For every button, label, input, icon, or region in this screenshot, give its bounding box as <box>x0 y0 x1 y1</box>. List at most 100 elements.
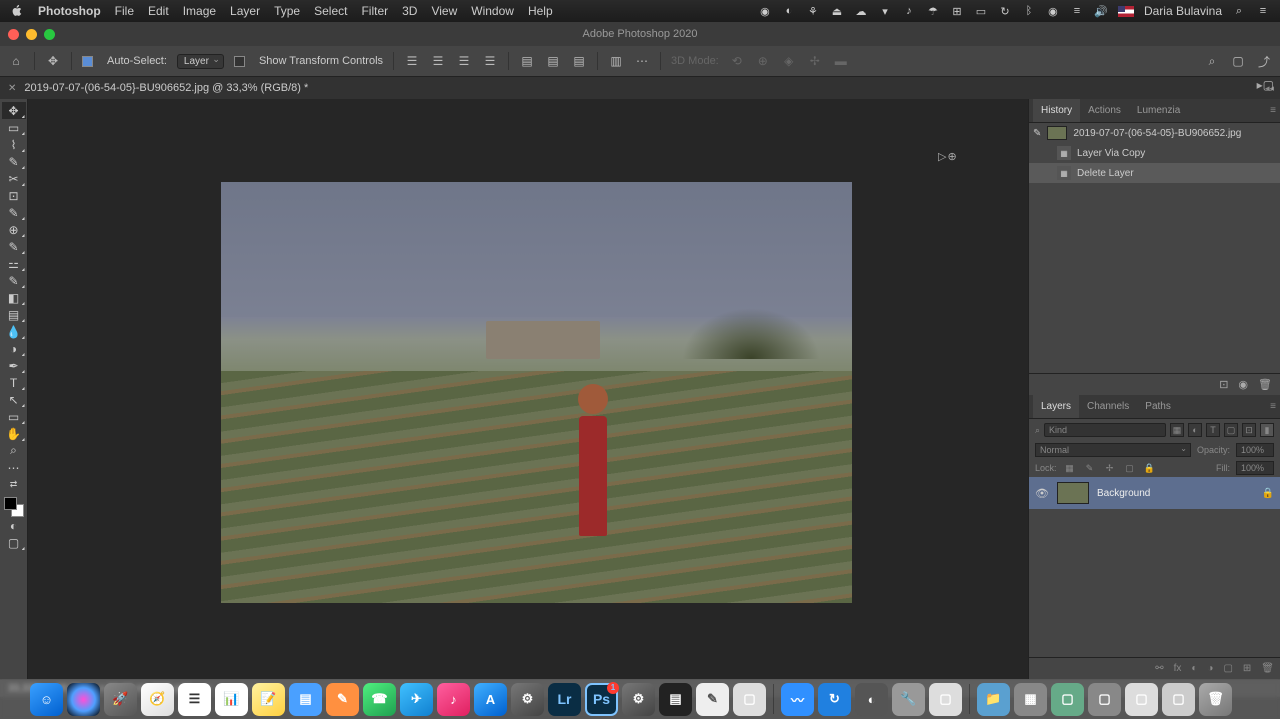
visibility-eye-icon[interactable]: 👁 <box>1035 487 1049 500</box>
link-layers-icon[interactable]: ⚯ <box>1155 663 1163 674</box>
dock-textedit[interactable]: ✎ <box>696 683 729 716</box>
menu-edit[interactable]: Edit <box>148 4 169 18</box>
lock-pixels-icon[interactable]: ✎ <box>1083 461 1097 475</box>
document-tab[interactable]: 2019-07-07-(06-54-05}-BU906652.jpg @ 33,… <box>24 82 308 94</box>
dock-telegram[interactable]: ✈ <box>400 683 433 716</box>
healing-tool[interactable]: ⊕ <box>2 221 26 238</box>
close-window-button[interactable] <box>8 29 19 40</box>
dock-preview[interactable]: ▢ <box>733 683 766 716</box>
dock-keynote[interactable]: ▤ <box>289 683 322 716</box>
path-select-tool[interactable]: ↖ <box>2 391 26 408</box>
distribute-top-icon[interactable]: ▤ <box>519 53 535 69</box>
hand-tool[interactable]: ✋ <box>2 425 26 442</box>
fill-input[interactable]: 100% <box>1236 461 1274 475</box>
bluetooth-icon[interactable]: ᛒ <box>1022 4 1036 18</box>
lock-artboard-icon[interactable]: ▢ <box>1123 461 1137 475</box>
history-source-row[interactable]: ✎ 2019-07-07-(06-54-05}-BU906652.jpg <box>1029 123 1280 143</box>
delete-state-icon[interactable]: 🗑 <box>1258 378 1272 391</box>
align-right-icon[interactable]: ☰ <box>456 53 472 69</box>
blend-mode-dropdown[interactable]: Normal <box>1035 443 1191 457</box>
dodge-tool[interactable]: ◑ <box>2 340 26 357</box>
cc-icon[interactable]: ⚘ <box>806 4 820 18</box>
edit-toolbar-button[interactable]: ⋯ <box>2 459 26 476</box>
align-center-icon[interactable]: ☰ <box>430 53 446 69</box>
menu-filter[interactable]: Filter <box>361 4 388 18</box>
dock-trash[interactable]: 🗑 <box>1199 683 1232 716</box>
maximize-window-button[interactable] <box>44 29 55 40</box>
filter-smart-icon[interactable]: ⊡ <box>1242 423 1256 437</box>
refresh-icon[interactable]: ↻ <box>998 4 1012 18</box>
shape-tool[interactable]: ▭ <box>2 408 26 425</box>
dock-folder2[interactable]: ▦ <box>1014 683 1047 716</box>
dock-appstore[interactable]: A <box>474 683 507 716</box>
brush-tool[interactable]: ✎ <box>2 238 26 255</box>
app-name[interactable]: Photoshop <box>38 4 101 18</box>
layer-row[interactable]: 👁 Background 🔒 <box>1029 477 1280 509</box>
channels-tab[interactable]: Channels <box>1079 395 1137 418</box>
dock-utility[interactable]: ⚙ <box>622 683 655 716</box>
search-icon[interactable]: ⌕ <box>1204 53 1220 69</box>
paths-tab[interactable]: Paths <box>1137 395 1179 418</box>
home-icon[interactable]: ⌂ <box>8 53 24 69</box>
slider-icon[interactable]: ≡ <box>1070 4 1084 18</box>
adjustment-icon[interactable]: ◑ <box>1207 663 1213 674</box>
dock-lightroom[interactable]: Lr <box>548 683 581 716</box>
search-icon[interactable]: ⌕ <box>1232 4 1246 18</box>
flag-icon[interactable] <box>1118 6 1134 17</box>
type-tool[interactable]: T <box>2 374 26 391</box>
swap-colors-icon[interactable]: ⇄ <box>2 476 26 493</box>
mask-icon[interactable]: ◐ <box>1191 663 1197 674</box>
lumenzia-tab[interactable]: Lumenzia <box>1129 99 1188 122</box>
canvas-area[interactable]: A| ¶ ▷⊕ <box>28 99 1028 679</box>
dock-app4[interactable]: 🔧 <box>892 683 925 716</box>
lock-all-icon[interactable]: 🔒 <box>1143 461 1157 475</box>
apple-icon[interactable] <box>10 4 24 18</box>
actions-tab[interactable]: Actions <box>1080 99 1129 122</box>
distribute-more-icon[interactable]: ▥ <box>608 53 624 69</box>
dock-numbers[interactable]: 📊 <box>215 683 248 716</box>
quick-select-tool[interactable]: ✎ <box>2 153 26 170</box>
eyedropper-tool[interactable]: ✎ <box>2 204 26 221</box>
dropdown-icon[interactable]: ▾ <box>878 4 892 18</box>
layer-thumbnail[interactable] <box>1057 482 1089 504</box>
app-icon[interactable]: ◐ <box>782 4 796 18</box>
menu-window[interactable]: Window <box>471 4 514 18</box>
distribute-vcenter-icon[interactable]: ▤ <box>545 53 561 69</box>
workspace-icon[interactable]: ▢ <box>1230 53 1246 69</box>
dock-app5[interactable]: ▢ <box>929 683 962 716</box>
color-swatches[interactable] <box>4 497 24 517</box>
filter-toggle-icon[interactable]: ▮ <box>1260 423 1274 437</box>
minimize-window-button[interactable] <box>26 29 37 40</box>
menu-help[interactable]: Help <box>528 4 553 18</box>
cloud-icon[interactable]: ☁ <box>854 4 868 18</box>
history-item[interactable]: ▦ Layer Via Copy <box>1029 143 1280 163</box>
dock-whatsapp[interactable]: ☎ <box>363 683 396 716</box>
align-left-icon[interactable]: ☰ <box>404 53 420 69</box>
layers-tab[interactable]: Layers <box>1033 395 1079 418</box>
lock-transparent-icon[interactable]: ▦ <box>1063 461 1077 475</box>
dock-pages[interactable]: ✎ <box>326 683 359 716</box>
hamburger-icon[interactable]: ≡ <box>1256 4 1270 18</box>
history-brush-tool[interactable]: ✎ <box>2 272 26 289</box>
distribute-bottom-icon[interactable]: ▤ <box>571 53 587 69</box>
lasso-tool[interactable]: ⌇ <box>2 136 26 153</box>
dock-reminders[interactable]: ☰ <box>178 683 211 716</box>
dock-app1[interactable]: 〰 <box>781 683 814 716</box>
pen-tool[interactable]: ✒ <box>2 357 26 374</box>
zoom-tool[interactable]: ⌕ <box>2 442 26 459</box>
panel-menu-icon[interactable]: ≡ <box>1270 401 1276 412</box>
share-icon[interactable]: ⤴ <box>1256 53 1272 69</box>
note-icon[interactable]: ♪ <box>902 4 916 18</box>
dock-app2[interactable]: ↻ <box>818 683 851 716</box>
dock-folder6[interactable]: ▢ <box>1162 683 1195 716</box>
dock-notes[interactable]: 📝 <box>252 683 285 716</box>
filter-shape-icon[interactable]: ▢ <box>1224 423 1238 437</box>
filter-type-dropdown[interactable]: Kind <box>1044 423 1166 437</box>
dock-finder[interactable]: ☺ <box>30 683 63 716</box>
group-icon[interactable]: ▢ <box>1223 663 1232 674</box>
menu-select[interactable]: Select <box>314 4 347 18</box>
crop-tool[interactable]: ✂ <box>2 170 26 187</box>
history-tab[interactable]: History <box>1033 99 1080 122</box>
menu-3d[interactable]: 3D <box>402 4 417 18</box>
menu-image[interactable]: Image <box>183 4 216 18</box>
